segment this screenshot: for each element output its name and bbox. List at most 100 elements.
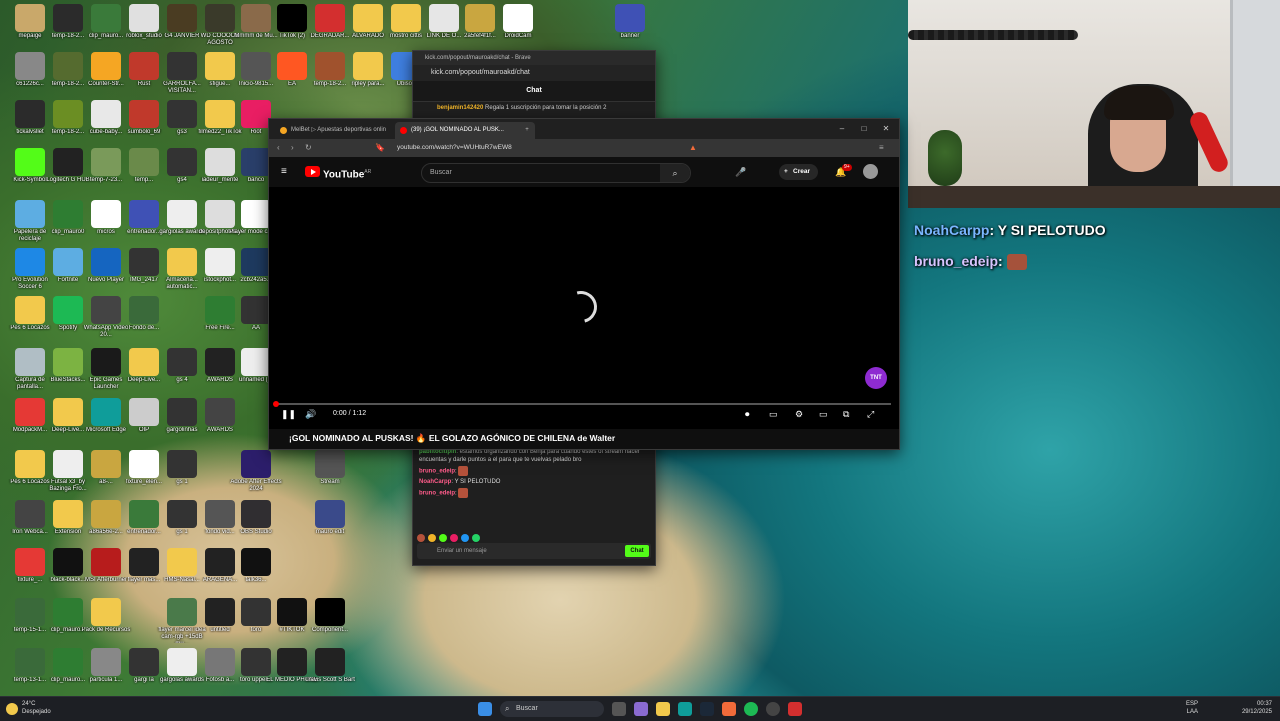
theater-mode-icon[interactable]: ▭ — [819, 407, 828, 421]
cast-icon[interactable]: ⧉ — [843, 407, 849, 421]
search-icon[interactable]: ⌕ — [660, 164, 690, 182]
emote-icon — [458, 466, 469, 476]
tab-youtube[interactable]: (39) ¡GOL NOMINADO AL PUSK... — [395, 122, 535, 139]
minimize-icon[interactable]: – — [831, 119, 853, 139]
scrubber-handle[interactable] — [273, 401, 279, 407]
desktop-icon-glyph-icon — [241, 296, 271, 324]
subtitles-icon[interactable]: ▭ — [769, 407, 778, 421]
chat-user[interactable]: bruno_edeip — [419, 491, 455, 497]
desktop-icon-glyph-icon — [91, 100, 121, 128]
emote-icon[interactable] — [472, 534, 480, 542]
obs-icon[interactable] — [766, 702, 780, 716]
desktop-icon-glyph-icon — [91, 148, 121, 176]
desktop-icon[interactable]: Adobe After Effects 2024 — [230, 450, 282, 496]
edge-icon[interactable] — [678, 702, 692, 716]
weather-sun-icon[interactable] — [6, 703, 18, 715]
desktop-icon[interactable]: mauro edit — [306, 500, 354, 546]
chat-user[interactable]: bruno_edeip — [419, 469, 455, 475]
clock[interactable]: 00:37 29/12/2025 — [1232, 700, 1272, 716]
streamer-hair — [1104, 86, 1174, 120]
desktop-icon-glyph-icon — [315, 450, 345, 478]
emote-icon[interactable] — [428, 534, 436, 542]
chat-user[interactable]: NoahCarpp — [419, 479, 451, 485]
steam-icon[interactable] — [700, 702, 714, 716]
desktop-icon-glyph-icon — [129, 348, 159, 376]
widgets-icon[interactable] — [634, 702, 648, 716]
desktop-icon-glyph-icon — [129, 52, 159, 80]
weather-widget[interactable]: 24°C Despejado — [22, 700, 51, 716]
autoplay-toggle-icon[interactable]: ⏺ — [745, 407, 750, 421]
desktop-icon-label: OBS Studio — [240, 529, 272, 535]
pinned-gift-banner[interactable]: benjamin142420 Regala 1 suscripción para… — [413, 102, 655, 114]
kick-window-titlebar[interactable]: kick.com/popout/mauroakd/chat - Brave — [413, 51, 655, 65]
overlay-chat-line: bruno_edeip: — [914, 253, 1027, 271]
windows-start-icon[interactable] — [478, 702, 492, 716]
bookmark-icon[interactable]: 🔖 — [375, 139, 385, 157]
maximize-icon[interactable]: □ — [853, 119, 875, 139]
desktop-icon[interactable]: Pack de Recursos — [82, 598, 130, 644]
spotify-icon[interactable] — [744, 702, 758, 716]
emote-bar — [417, 529, 647, 542]
file-explorer-icon[interactable] — [656, 702, 670, 716]
search-icon: ⌕ — [505, 704, 510, 713]
chat-message: NoahCarpp: Y SI PELOTUDO — [413, 477, 655, 487]
tab-melbet[interactable]: MelBet ▷ Apuestas deportivas onlin — [275, 122, 403, 139]
emote-icon[interactable] — [417, 534, 425, 542]
bell-icon[interactable]: 🔔 9+ — [835, 163, 852, 181]
chat-input[interactable]: Enviar un mensaje Chat — [417, 543, 651, 559]
desktop-icon[interactable]: Fondo de... — [120, 296, 168, 342]
settings-gear-icon[interactable]: ⚙ — [795, 407, 803, 421]
desktop-icon[interactable]: Stream — [306, 450, 354, 496]
close-icon[interactable]: ✕ — [875, 119, 897, 139]
plus-icon: + — [784, 168, 788, 175]
desktop-icon-glyph-icon — [167, 248, 197, 276]
brave-icon[interactable] — [722, 702, 736, 716]
new-tab-button[interactable]: + — [521, 122, 533, 139]
menu-icon[interactable]: ≡ — [879, 139, 884, 157]
emote-icon — [458, 488, 469, 498]
kick-address-bar[interactable]: kick.com/popout/mauroakd/chat — [413, 65, 655, 81]
youtube-favicon-icon — [400, 127, 407, 134]
desktop-icon[interactable]: Component... — [306, 598, 354, 644]
emote-icon[interactable] — [461, 534, 469, 542]
task-view-icon[interactable] — [612, 702, 626, 716]
desktop-icon[interactable]: banner — [606, 4, 654, 50]
volume-icon[interactable]: 🔊 — [305, 407, 316, 421]
video-title[interactable]: ¡GOL NOMINADO AL PUSKAS! 🔥 EL GOLAZO AGÓ… — [289, 433, 615, 444]
desktop-icon[interactable]: talk36... — [232, 548, 280, 594]
emote-icon[interactable] — [439, 534, 447, 542]
video-player[interactable]: TNT ❚❚ 🔊 0:00 / 1:12 ⏺ ▭ ⚙ ▭ ⧉ ⤢ — [269, 187, 899, 429]
pause-icon[interactable]: ❚❚ — [281, 407, 296, 421]
hamburger-menu-icon[interactable]: ≡ — [281, 163, 287, 181]
youtube-search-input[interactable]: Buscar ⌕ — [421, 163, 691, 183]
desktop-icon-glyph-icon — [53, 398, 83, 426]
create-button[interactable]: + Crear — [779, 164, 818, 180]
youtube-header: ≡ YouTubeAR Buscar ⌕ 🎤 + Crear 🔔 9+ — [269, 157, 899, 187]
desktop-icon[interactable]: OBS Studio — [232, 500, 280, 546]
desktop-icon[interactable]: AWARDS — [196, 398, 244, 444]
avatar[interactable] — [863, 164, 878, 179]
brave-shields-icon[interactable]: ▲ — [689, 139, 697, 157]
progress-bar[interactable] — [273, 401, 891, 407]
microphone-icon[interactable]: 🎤 — [735, 163, 746, 181]
taskbar-search[interactable]: ⌕ Buscar — [500, 701, 604, 717]
emote-icon[interactable] — [450, 534, 458, 542]
desktop-icon[interactable]: DroidCam — [494, 4, 542, 50]
desktop-icon[interactable]: Travis Scott S Bart — [305, 648, 355, 694]
back-icon[interactable]: ‹ — [277, 139, 280, 157]
pinned-user: benjamin142420 — [437, 105, 484, 111]
youtube-logo[interactable]: YouTubeAR — [305, 165, 371, 180]
fullscreen-icon[interactable]: ⤢ — [867, 407, 874, 421]
forward-icon[interactable]: › — [291, 139, 294, 157]
reload-icon[interactable]: ↻ — [305, 139, 312, 157]
desktop-icon-glyph-icon — [15, 100, 45, 128]
url-field[interactable]: youtube.com/watch?v=WUHtuR7wEW8 — [397, 142, 697, 154]
desktop-icon-glyph-icon — [205, 348, 235, 376]
desktop-icon-glyph-icon — [129, 648, 159, 676]
desktop-icon[interactable]: gs 1 — [158, 450, 206, 496]
chat-send-button[interactable]: Chat — [625, 545, 649, 557]
language-indicator[interactable]: ESP LAA — [1186, 700, 1198, 716]
desktop-icon-glyph-icon — [503, 4, 533, 32]
app-icon[interactable] — [788, 702, 802, 716]
channel-watermark[interactable]: TNT — [865, 367, 887, 389]
